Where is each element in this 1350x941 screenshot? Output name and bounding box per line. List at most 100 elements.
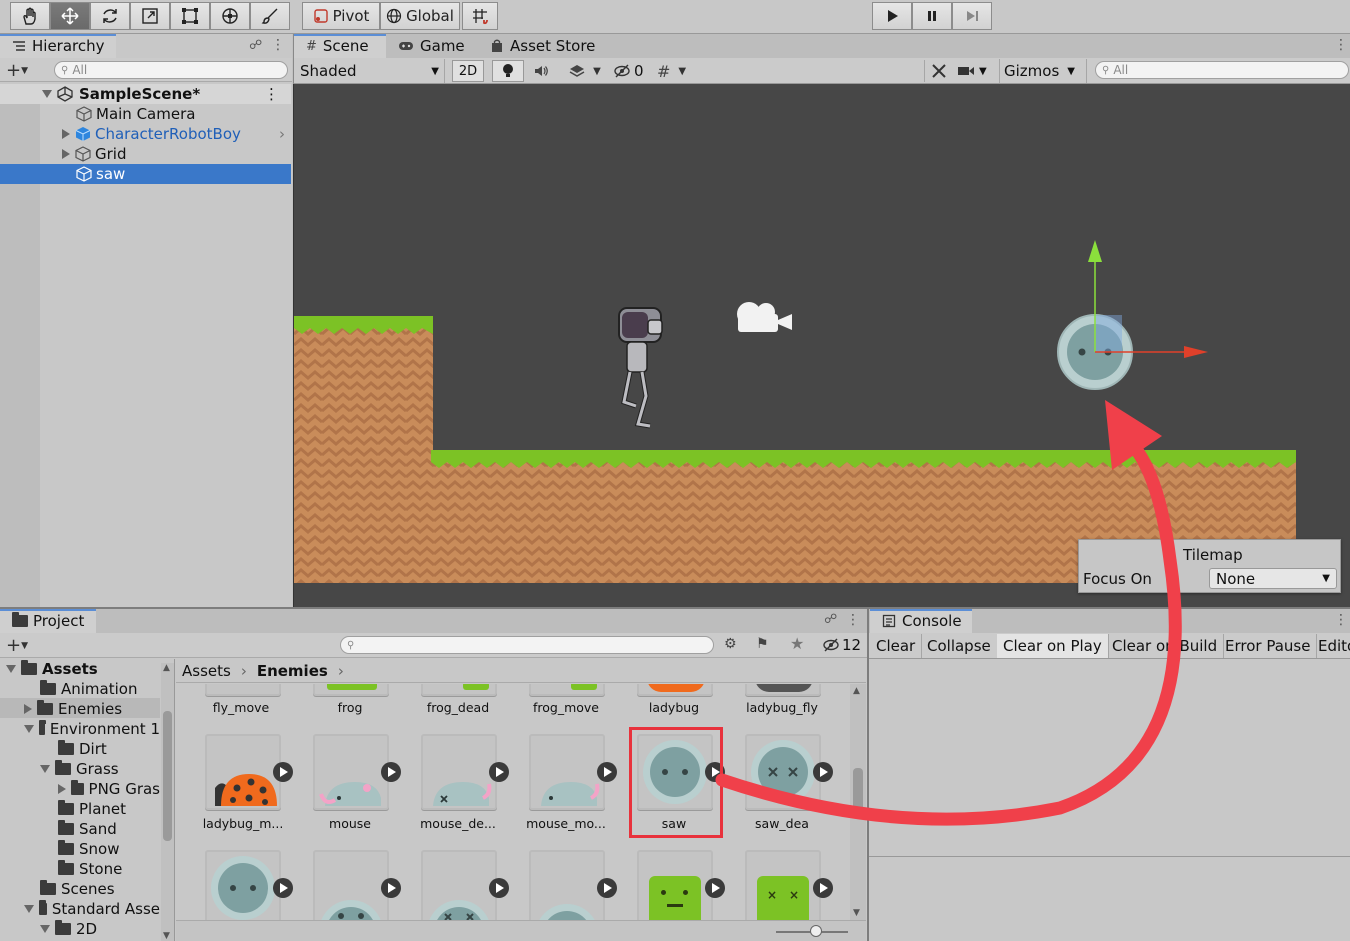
play-animation-icon[interactable] [273,878,293,898]
kebab-menu-icon[interactable]: ⋮ [846,612,860,628]
asset-thumbnail[interactable] [529,684,605,696]
tree-item-assets[interactable]: Assets [0,659,160,679]
asset-thumbnail[interactable]: × × [745,850,821,920]
camera-dropdown[interactable]: ▼ [957,60,997,82]
filter-by-type-icon[interactable]: ⚙ [724,636,737,652]
gizmos-dropdown[interactable]: Gizmos ▼ [999,59,1087,83]
scroll-down-arrow-icon[interactable]: ▼ [163,931,170,941]
lock-icon[interactable]: ☍ [249,38,262,53]
asset-grid-scrollbar-thumb[interactable] [853,768,863,816]
add-icon[interactable]: +▼ [6,635,28,656]
play-animation-icon[interactable] [705,878,725,898]
console-collapse-button[interactable]: Collapse [921,634,998,658]
asset-grid-scrollbar[interactable]: ▲ ▼ [850,684,866,920]
expand-arrow-icon[interactable] [24,905,34,913]
tools-toggle[interactable] [924,60,952,82]
play-animation-icon[interactable] [597,878,617,898]
play-animation-icon[interactable] [381,762,401,782]
tree-item-enemies[interactable]: Enemies [0,699,160,719]
breadcrumb-assets[interactable]: Assets [182,662,231,680]
hidden-packages-toggle[interactable]: 12 [822,636,861,654]
play-animation-icon[interactable] [273,762,293,782]
asset-thumbnail[interactable] [745,734,821,810]
lighting-toggle[interactable] [492,60,524,82]
expand-arrow-icon[interactable] [24,725,34,733]
console-clear-button[interactable]: Clear [870,634,923,658]
play-button[interactable] [872,2,912,30]
console-log-list[interactable] [869,659,1350,857]
audio-toggle[interactable] [527,60,555,82]
asset-thumbnail[interactable] [313,684,389,696]
expand-arrow-icon[interactable] [6,665,16,673]
scene-search-input[interactable]: ⚲ All [1095,61,1349,79]
tab-asset-store[interactable]: Asset Store [482,34,603,58]
expand-arrow-icon[interactable] [40,925,50,933]
hierarchy-item-main-camera[interactable]: Main Camera [0,104,291,124]
thumbnail-size-slider-thumb[interactable] [810,925,822,937]
console-clear-on-build-toggle[interactable]: Clear on Build [1106,634,1225,658]
shading-mode-dropdown[interactable]: Shaded ▼ [295,59,445,83]
rotate-tool-icon[interactable] [90,2,130,30]
console-editor-dropdown[interactable]: Edito [1312,634,1350,658]
play-animation-icon[interactable] [813,878,833,898]
asset-thumbnail[interactable] [313,850,389,920]
tree-item-png-grass[interactable]: PNG Gras [0,779,160,799]
asset-thumbnail[interactable] [529,734,605,810]
tree-scrollbar-thumb[interactable] [163,711,172,841]
tree-scrollbar[interactable]: ▲ ▼ [161,663,174,941]
rect-tool-icon[interactable] [170,2,210,30]
global-button[interactable]: Global [380,2,460,30]
kebab-menu-icon[interactable]: ⋮ [1334,37,1348,53]
filter-by-label-icon[interactable]: ⚑ [756,636,769,652]
hidden-objects-toggle[interactable]: 0 [613,60,653,82]
scroll-up-arrow-icon[interactable]: ▲ [163,663,170,673]
asset-thumbnail[interactable] [421,734,497,810]
asset-thumbnail[interactable] [637,850,713,920]
2d-mode-toggle[interactable]: 2D [452,60,484,82]
tree-item-2d[interactable]: 2D [0,919,160,939]
tree-item-dirt[interactable]: Dirt [0,739,160,759]
hierarchy-item-character-robot-boy[interactable]: CharacterRobotBoy › [0,124,291,144]
transform-tool-icon[interactable] [210,2,250,30]
step-button[interactable] [952,2,992,30]
asset-thumbnail[interactable] [205,684,281,696]
lock-icon[interactable]: ☍ [824,612,837,627]
brush-tool-icon[interactable] [250,2,290,30]
play-animation-icon[interactable] [597,762,617,782]
asset-thumbnail[interactable] [421,684,497,696]
console-error-pause-toggle[interactable]: Error Pause [1219,634,1318,658]
tab-game[interactable]: Game [390,34,473,58]
console-clear-on-play-toggle[interactable]: Clear on Play [997,634,1109,658]
expand-arrow-icon[interactable] [24,704,32,714]
asset-thumbnail[interactable] [529,850,605,920]
tree-item-scenes[interactable]: Scenes [0,879,160,899]
pause-button[interactable] [912,2,952,30]
favorite-star-icon[interactable]: ★ [790,634,804,653]
grid-visibility-dropdown[interactable]: # ▼ [657,60,705,82]
grid-snap-button[interactable] [462,2,498,30]
focus-on-dropdown[interactable]: None ▼ [1209,568,1337,589]
pivot-button[interactable]: Pivot [302,2,380,30]
scale-tool-icon[interactable] [130,2,170,30]
scroll-down-arrow-icon[interactable]: ▼ [853,908,860,918]
hand-tool-icon[interactable] [10,2,50,30]
play-animation-icon[interactable] [489,878,509,898]
asset-thumbnail[interactable] [205,850,281,920]
asset-thumbnail[interactable] [637,684,713,696]
tree-item-snow[interactable]: Snow [0,839,160,859]
tree-item-sand[interactable]: Sand [0,819,160,839]
tree-item-stone[interactable]: Stone [0,859,160,879]
hierarchy-search-input[interactable]: ⚲ All [54,61,288,79]
expand-arrow-icon[interactable] [40,765,50,773]
scene-menu-icon[interactable]: ⋮ [264,85,279,103]
add-icon[interactable]: +▼ [6,60,28,81]
tree-item-grass[interactable]: Grass [0,759,160,779]
play-animation-icon[interactable] [489,762,509,782]
kebab-menu-icon[interactable]: ⋮ [271,37,285,53]
scroll-up-arrow-icon[interactable]: ▲ [853,686,860,696]
kebab-menu-icon[interactable]: ⋮ [1334,612,1348,628]
tree-item-standard-assets[interactable]: Standard Asse [0,899,160,919]
hierarchy-item-grid[interactable]: Grid [0,144,291,164]
move-tool-icon[interactable] [50,2,90,30]
hierarchy-item-saw[interactable]: saw [0,164,291,184]
